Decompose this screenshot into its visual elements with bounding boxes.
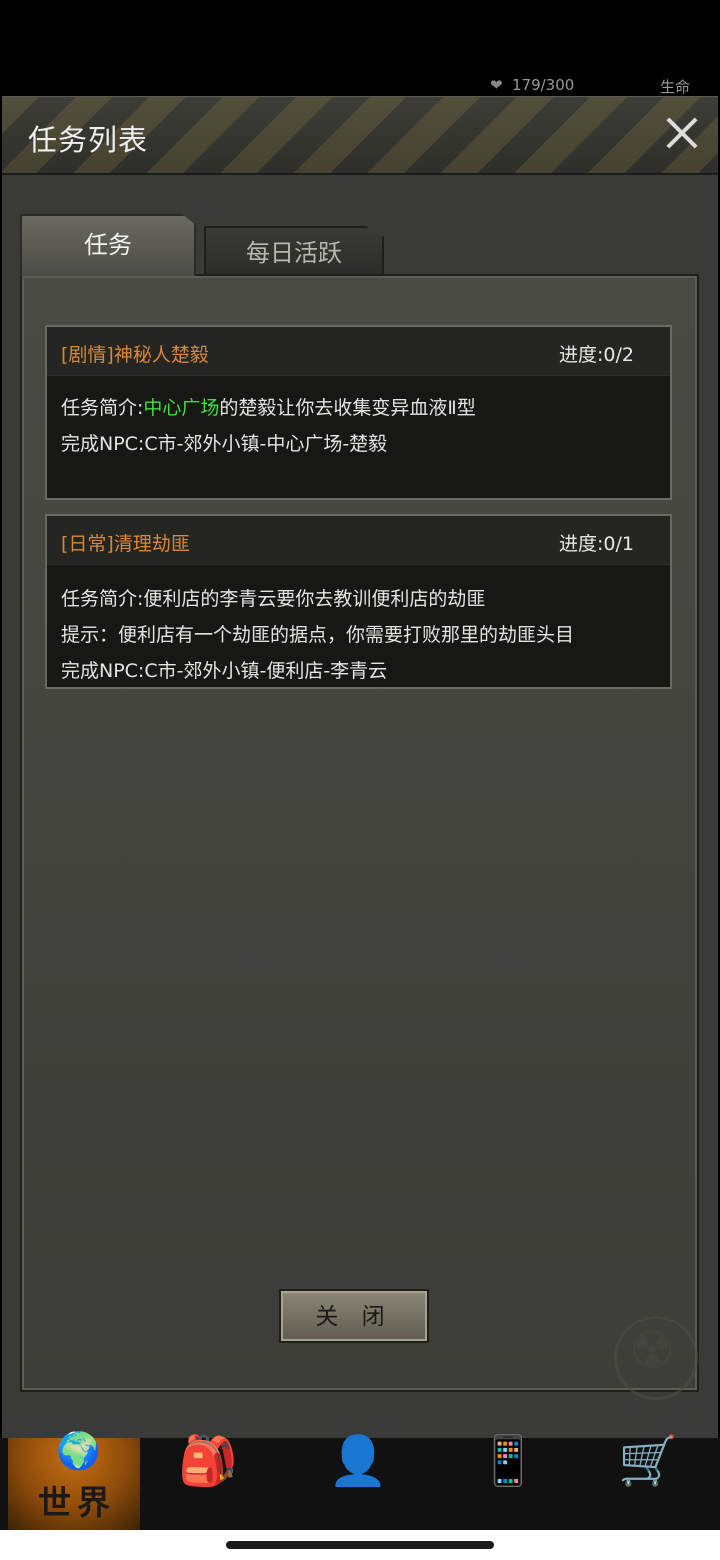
quest-progress: 进度:0/2 <box>559 344 634 366</box>
quest-description: 任务简介:中心广场的楚毅让你去收集变异血液Ⅱ型 <box>61 390 656 426</box>
quest-hint: 提示：便利店有一个劫匪的据点，你需要打败那里的劫匪头目 <box>61 624 575 646</box>
quest-title: [剧情]神秘人楚毅 <box>61 344 209 366</box>
quest-title: [日常]清理劫匪 <box>61 533 190 555</box>
close-icon[interactable] <box>660 111 704 155</box>
quest-npc: 完成NPC:C市-郊外小镇-便利店-李青云 <box>61 660 388 682</box>
nav-world-label: 世界 <box>38 1483 116 1522</box>
description-prefix: 任务简介: <box>61 397 144 419</box>
heart-icon: ❤ <box>490 76 503 94</box>
head-gear-icon: 👤 <box>328 1433 388 1489</box>
quest-card[interactable]: [剧情]神秘人楚毅 进度:0/2 任务简介:中心广场的楚毅让你去收集变异血液Ⅱ型… <box>45 325 672 500</box>
tab-daily-active[interactable]: 每日活跃 <box>204 226 384 276</box>
nav-phone[interactable]: 📱 <box>472 1433 612 1530</box>
nav-world[interactable]: 🌍 世界 <box>8 1431 140 1530</box>
backpack-icon: 🎒 <box>178 1433 238 1489</box>
quest-header: [日常]清理劫匪 进度:0/1 <box>47 516 670 565</box>
top-status-area <box>0 0 720 96</box>
quest-header: [剧情]神秘人楚毅 进度:0/2 <box>47 327 670 376</box>
quest-body: 任务简介:中心广场的楚毅让你去收集变异血液Ⅱ型 完成NPC:C市-郊外小镇-中心… <box>47 376 670 462</box>
modal-title: 任务列表 <box>28 123 149 157</box>
home-indicator[interactable] <box>226 1541 494 1549</box>
modal-header: 任务列表 <box>2 97 718 175</box>
quest-card[interactable]: [日常]清理劫匪 进度:0/1 任务简介:便利店的李青云要你去教训便利店的劫匪 … <box>45 514 672 689</box>
quest-body: 任务简介:便利店的李青云要你去教训便利店的劫匪 提示：便利店有一个劫匪的据点，你… <box>47 565 670 689</box>
cart-icon: 🛒 <box>618 1433 678 1489</box>
radiation-icon <box>614 1316 698 1400</box>
close-button[interactable]: 关 闭 <box>279 1289 429 1343</box>
quest-description: 任务简介:便利店的李青云要你去教训便利店的劫匪 <box>61 588 486 610</box>
status-peek: ❤ 179/300 生命 <box>490 76 690 96</box>
phone-icon: 📱 <box>478 1433 538 1489</box>
tab-quests[interactable]: 任务 <box>20 214 196 276</box>
hp-value: 179/300 <box>512 76 575 94</box>
nav-shop[interactable]: 🛒 <box>610 1433 720 1530</box>
quest-npc: 完成NPC:C市-郊外小镇-中心广场-楚毅 <box>61 433 388 455</box>
bottom-nav: 🌍 世界 🎒 👤 📱 🛒 <box>0 1431 720 1530</box>
description-suffix: 的楚毅让你去收集变异血液Ⅱ型 <box>219 397 476 419</box>
globe-icon: 🌍 <box>56 1431 101 1472</box>
nav-character[interactable]: 👤 <box>322 1433 462 1530</box>
life-label: 生命 <box>660 78 691 96</box>
quest-progress: 进度:0/1 <box>559 533 634 555</box>
location-highlight: 中心广场 <box>143 397 220 419</box>
nav-backpack[interactable]: 🎒 <box>170 1433 310 1530</box>
